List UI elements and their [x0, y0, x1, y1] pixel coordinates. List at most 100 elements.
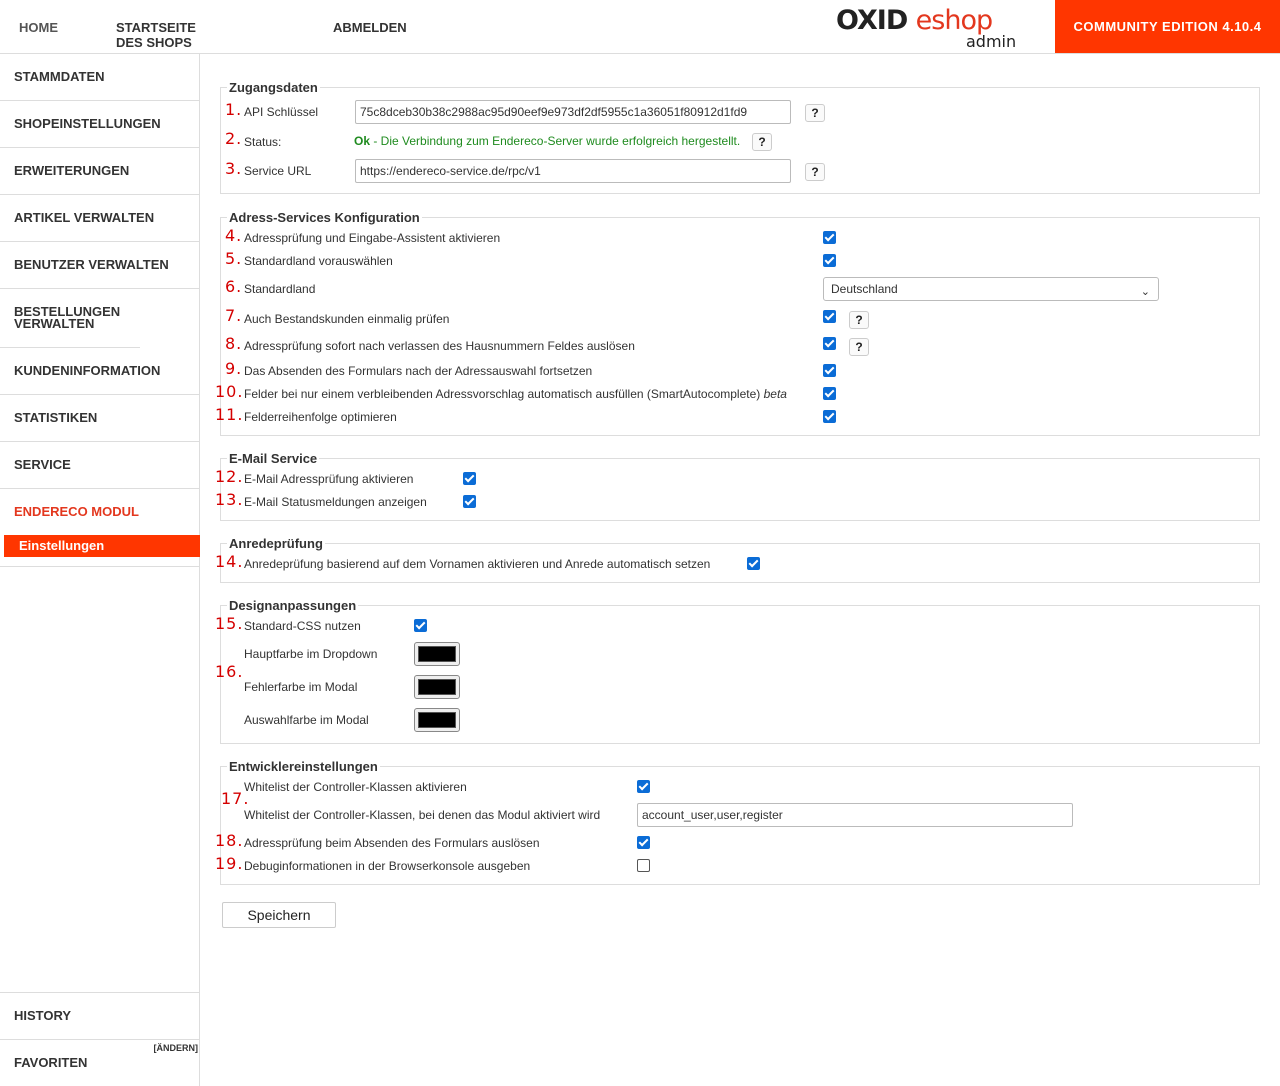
standard-css-checkbox[interactable] [414, 619, 427, 632]
help-icon-url[interactable]: ? [805, 163, 825, 181]
sidebar-item-shopeinstellungen[interactable]: SHOPEINSTELLUNGEN [0, 101, 199, 148]
address-check-label: Adressprüfung und Eingabe-Assistent akti… [244, 231, 501, 245]
existing-customers-checkbox[interactable] [823, 310, 836, 323]
legend-dev: Entwicklereinstellungen [229, 759, 378, 774]
select-color-swatch [418, 712, 456, 728]
edition-badge: COMMUNITY EDITION 4.10.4 [1055, 0, 1280, 53]
api-key-input[interactable]: 75c8dceb30b38c2988ac95d90eef9e973df2df59… [355, 100, 791, 124]
nav-home[interactable]: HOME [19, 20, 58, 35]
service-url-input[interactable]: https://endereco-service.de/rpc/v1 [355, 159, 791, 183]
select-color-picker[interactable] [414, 708, 460, 732]
legend-design: Designanpassungen [229, 598, 357, 613]
legend-salutation: Anredeprüfung [229, 536, 323, 551]
sidebar-item-history[interactable]: HISTORY [0, 993, 199, 1040]
favoriten-change-link[interactable]: [ändern] [154, 1042, 199, 1054]
housenumber-check-checkbox[interactable] [823, 337, 836, 350]
help-icon-status[interactable]: ? [752, 133, 772, 151]
sidebar-item-erweiterungen[interactable]: ERWEITERUNGEN [0, 148, 199, 195]
debug-info-checkbox[interactable] [637, 859, 650, 872]
whitelist-enable-checkbox[interactable] [637, 780, 650, 793]
marker-2: 2. [225, 129, 243, 148]
sidebar-divider [0, 557, 199, 567]
sidebar-item-kundeninformation[interactable]: KUNDENINFORMATION [0, 348, 199, 395]
error-color-picker[interactable] [414, 675, 460, 699]
logo-brand-a: OXID [836, 5, 908, 36]
preselect-country-label: Standardland vorauswählen [244, 254, 393, 268]
marker-11: 11. [215, 405, 244, 424]
whitelist-enable-label: Whitelist der Controller-Klassen aktivie… [244, 780, 467, 794]
whitelist-classes-input[interactable]: account_user,user,register [637, 803, 1073, 827]
status-ok: Ok [354, 134, 371, 148]
fieldset-email: E-Mail Service [220, 451, 1260, 521]
sidebar-item-endereco[interactable]: ENDERECO MODUL [0, 489, 199, 535]
marker-5: 5. [225, 249, 243, 268]
main-color-swatch [418, 646, 456, 662]
sidebar-item-service[interactable]: SERVICE [0, 442, 199, 489]
main-color-label: Hauptfarbe im Dropdown [244, 647, 378, 661]
sidebar-item-favoriten[interactable]: FAVORITEN [ändern] [0, 1040, 199, 1086]
marker-19: 19. [215, 854, 244, 873]
beta-tag: beta [763, 387, 787, 401]
salutation-check-label: Anredeprüfung basierend auf dem Vornamen… [244, 557, 711, 571]
smart-autocomplete-checkbox[interactable] [823, 387, 836, 400]
fieldset-design: Designanpassungen [220, 598, 1260, 744]
marker-7: 7. [225, 306, 243, 325]
submit-check-checkbox[interactable] [637, 836, 650, 849]
marker-17: 17. [221, 789, 250, 808]
continue-submit-checkbox[interactable] [823, 364, 836, 377]
oxid-logo[interactable]: OXID eshop admin [836, 5, 1036, 52]
status-message: Ok - Die Verbindung zum Endereco-Server … [354, 134, 740, 148]
sidebar-item-bestellungen[interactable]: BESTELLUNGEN VERWALTEN [0, 289, 140, 348]
service-url-label: Service URL [244, 164, 312, 178]
email-status-checkbox[interactable] [463, 495, 476, 508]
nav-shop-start[interactable]: STARTSEITE DES SHOPS [116, 20, 196, 50]
marker-1: 1. [225, 100, 243, 119]
marker-15: 15. [215, 614, 244, 633]
field-order-checkbox[interactable] [823, 410, 836, 423]
continue-submit-label: Das Absenden des Formulars nach der Adre… [244, 364, 593, 378]
chevron-down-icon: ⌄ [1140, 286, 1150, 298]
preselect-country-checkbox[interactable] [823, 254, 836, 267]
help-icon-housenumber[interactable]: ? [849, 338, 869, 356]
whitelist-classes-label: Whitelist der Controller-Klassen, bei de… [244, 808, 601, 822]
default-country-select[interactable]: Deutschland ⌄ [823, 277, 1159, 301]
marker-16: 16. [215, 662, 244, 681]
status-text: - Die Verbindung zum Endereco-Server wur… [370, 134, 741, 148]
email-status-label: E-Mail Statusmeldungen anzeigen [244, 495, 427, 509]
email-check-checkbox[interactable] [463, 472, 476, 485]
sidebar-item-stammdaten[interactable]: STAMMDATEN [0, 54, 199, 101]
marker-3: 3. [225, 159, 243, 178]
default-country-value: Deutschland [831, 282, 898, 296]
top-bar: HOME STARTSEITE DES SHOPS ABMELDEN OXID … [0, 0, 1280, 54]
marker-4: 4. [225, 226, 243, 245]
existing-customers-label: Auch Bestandskunden einmalig prüfen [244, 312, 450, 326]
select-color-label: Auswahlfarbe im Modal [244, 713, 369, 727]
legend-access: Zugangsdaten [229, 80, 318, 95]
housenumber-check-label: Adressprüfung sofort nach verlassen des … [244, 339, 635, 353]
marker-6: 6. [225, 277, 243, 296]
sidebar-sub-einstellungen[interactable]: Einstellungen [4, 535, 200, 557]
nav-logout[interactable]: ABMELDEN [333, 20, 407, 35]
marker-18: 18. [215, 831, 244, 850]
sidebar-item-artikel[interactable]: ARTIKEL VERWALTEN [0, 195, 199, 242]
default-country-label: Standardland [244, 282, 316, 296]
error-color-label: Fehlerfarbe im Modal [244, 680, 358, 694]
smart-autocomplete-label: Felder bei nur einem verbleibenden Adres… [244, 387, 787, 401]
salutation-check-checkbox[interactable] [747, 557, 760, 570]
api-key-label: API Schlüssel [244, 105, 319, 119]
main-color-picker[interactable] [414, 642, 460, 666]
legend-email: E-Mail Service [229, 451, 318, 466]
marker-10: 10. [215, 382, 244, 401]
marker-13: 13. [215, 490, 244, 509]
marker-9: 9. [225, 359, 243, 378]
smart-autocomplete-text: Felder bei nur einem verbleibenden Adres… [244, 387, 761, 401]
sidebar-item-statistiken[interactable]: STATISTIKEN [0, 395, 199, 442]
help-icon-existing[interactable]: ? [849, 311, 869, 329]
marker-14: 14. [215, 552, 244, 571]
save-button[interactable]: Speichern [222, 902, 336, 928]
help-icon-api[interactable]: ? [805, 104, 825, 122]
favoriten-label: FAVORITEN [14, 1055, 88, 1070]
sidebar-item-benutzer[interactable]: BENUTZER VERWALTEN [0, 242, 199, 289]
address-check-checkbox[interactable] [823, 231, 836, 244]
status-label: Status: [244, 135, 282, 149]
